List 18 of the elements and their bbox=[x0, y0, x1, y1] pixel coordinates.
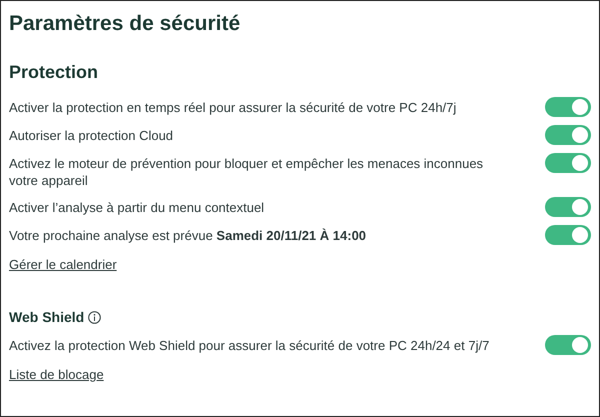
setting-label: Autoriser la protection Cloud bbox=[9, 127, 174, 144]
toggle-switch[interactable] bbox=[545, 153, 591, 173]
setting-label: Activez le moteur de prévention pour bloquer et empêcher les menaces inconnues votre appareil bbox=[9, 155, 484, 189]
toggle-switch[interactable] bbox=[545, 197, 591, 217]
setting-label: Activer l’analyse à partir du menu contextuel bbox=[9, 199, 266, 216]
toggle-switch[interactable] bbox=[545, 125, 591, 145]
setting-label: Activer la protection en temps réel pour assurer la sécurité de votre PC 24h/7j bbox=[9, 99, 458, 116]
page-title: Paramètres de sécurité bbox=[9, 11, 242, 37]
link[interactable]: Gérer le calendrier bbox=[9, 257, 117, 272]
link[interactable]: Liste de blocage bbox=[9, 367, 104, 382]
section-title: Web Shield bbox=[9, 308, 84, 327]
toggle-switch[interactable] bbox=[545, 97, 591, 117]
section-title: Protection bbox=[9, 61, 98, 84]
toggle-switch[interactable] bbox=[545, 335, 591, 355]
setting-label: Votre prochaine analyse est prévue Samedi 20/11/21 À 14:00 bbox=[9, 227, 368, 244]
info-icon[interactable] bbox=[88, 310, 102, 324]
toggle-switch[interactable] bbox=[545, 225, 591, 245]
setting-label: Activez la protection Web Shield pour assurer la sécurité de votre PC 24h/24 et 7j/7 bbox=[9, 337, 490, 354]
